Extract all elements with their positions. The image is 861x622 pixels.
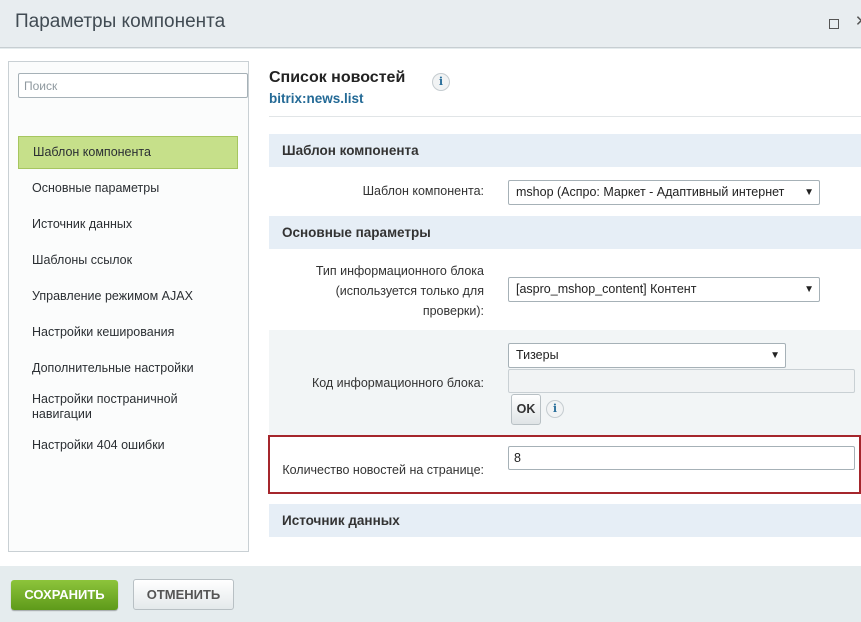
info-icon[interactable]: i [432,73,450,91]
sidebar-item-main-params[interactable]: Основные параметры [18,181,238,196]
sidebar-item-data-source[interactable]: Источник данных [18,217,238,232]
sidebar: Шаблон компонента Основные параметры Ист… [8,61,249,552]
news-count-label: Количество новостей на странице: [282,463,484,477]
iblock-code-select-value: Тизеры [516,348,559,362]
sidebar-item-template[interactable]: Шаблон компонента [18,136,238,169]
info-icon[interactable]: i [546,400,564,418]
window-titlebar: Параметры компонента ✕ [0,0,861,48]
iblock-code-label: Код информационного блока: [311,376,484,390]
dropdown-arrow-icon: ▼ [804,284,814,295]
window-title: Параметры компонента [15,11,226,32]
dialog-content: Шаблон компонента Основные параметры Ист… [0,49,861,566]
section-template[interactable]: Шаблон компонента [269,134,861,167]
cancel-button[interactable]: ОТМЕНИТЬ [133,579,234,610]
maximize-icon[interactable] [829,19,839,29]
dropdown-arrow-icon: ▼ [804,187,814,198]
section-main-params[interactable]: Основные параметры [269,216,861,249]
template-select[interactable]: mshop (Аспро: Маркет - Адаптивный интерн… [508,180,820,205]
sidebar-item-url-templates[interactable]: Шаблоны ссылок [18,253,238,268]
ok-button[interactable]: OK [511,394,541,425]
sidebar-item-additional[interactable]: Дополнительные настройки [18,361,238,376]
iblock-type-select-value: [aspro_mshop_content] Контент [516,282,697,296]
sidebar-item-cache[interactable]: Настройки кеширования [18,325,238,340]
news-count-input[interactable]: 8 [508,446,855,470]
search-input[interactable] [18,73,248,98]
template-select-value: mshop (Аспро: Маркет - Адаптивный интерн… [516,185,785,199]
sidebar-item-ajax[interactable]: Управление режимом AJAX [18,289,238,304]
template-label: Шаблон компонента: [362,184,484,198]
close-icon[interactable]: ✕ [855,12,861,30]
divider [269,116,861,117]
section-data-source[interactable]: Источник данных [269,504,861,537]
sidebar-item-404[interactable]: Настройки 404 ошибки [18,438,238,453]
save-button[interactable]: СОХРАНИТЬ [11,580,118,610]
iblock-code-input[interactable] [508,369,855,393]
component-title: Список новостей [269,69,406,86]
iblock-code-select[interactable]: Тизеры ▼ [508,343,786,368]
footer: СОХРАНИТЬ ОТМЕНИТЬ [0,566,861,622]
iblock-type-label: Тип информационного блока (используется … [315,264,484,318]
dropdown-arrow-icon: ▼ [770,350,780,361]
sidebar-item-pagination[interactable]: Настройки постраничной навигации [18,392,208,422]
iblock-type-select[interactable]: [aspro_mshop_content] Контент ▼ [508,277,820,302]
component-id: bitrix:news.list [269,91,364,106]
